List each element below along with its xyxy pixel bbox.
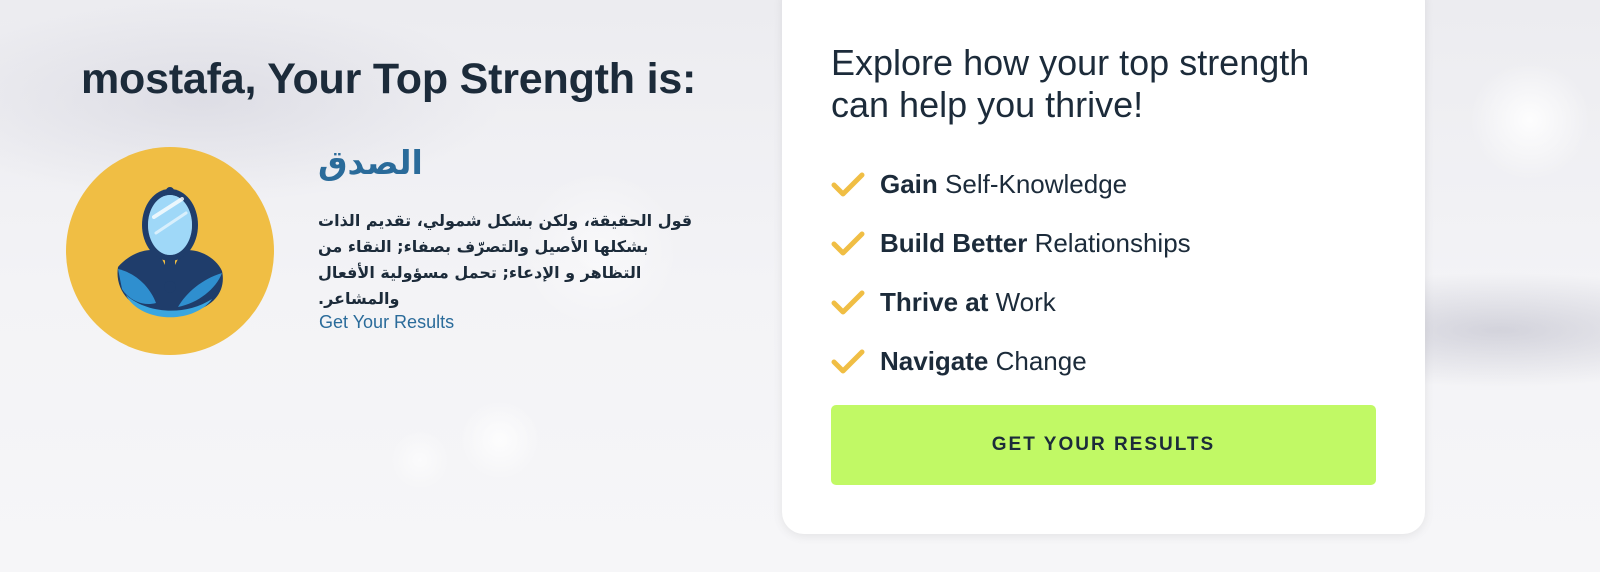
card-title: Explore how your top strength can help y… bbox=[831, 42, 1310, 125]
strength-avatar bbox=[66, 147, 274, 355]
benefit-bold-text: Navigate bbox=[880, 346, 989, 376]
checkmark-icon bbox=[831, 349, 865, 373]
get-results-button[interactable]: GET YOUR RESULTS bbox=[831, 405, 1376, 485]
benefit-text: Change bbox=[988, 346, 1087, 376]
strength-name: الصدق bbox=[318, 143, 423, 182]
get-results-link[interactable]: Get Your Results bbox=[319, 312, 454, 333]
thrive-card: Explore how your top strength can help y… bbox=[782, 0, 1425, 534]
benefit-bold-text: Gain bbox=[880, 169, 938, 199]
benefit-bold-text: Thrive at bbox=[880, 287, 989, 317]
strength-section: mostafa, Your Top Strength is: الصدق قول… bbox=[0, 0, 760, 572]
benefits-list: Gain Self-Knowledge Build Better Relatio… bbox=[831, 155, 1191, 391]
benefit-item: Thrive at Work bbox=[831, 273, 1191, 332]
strength-description: قول الحقيقة، ولكن بشكل شمولي، تقديم الذا… bbox=[318, 211, 693, 308]
benefit-item: Gain Self-Knowledge bbox=[831, 155, 1191, 214]
benefit-item: Build Better Relationships bbox=[831, 214, 1191, 273]
checkmark-icon bbox=[831, 172, 865, 196]
benefit-text: Work bbox=[988, 287, 1056, 317]
benefit-item: Navigate Change bbox=[831, 332, 1191, 391]
hand-mirror-icon bbox=[117, 187, 223, 318]
checkmark-icon bbox=[831, 231, 865, 255]
checkmark-icon bbox=[831, 290, 865, 314]
benefit-text: Self-Knowledge bbox=[937, 169, 1128, 199]
benefit-bold-text: Build Better bbox=[880, 228, 1028, 258]
page-title: mostafa, Your Top Strength is: bbox=[81, 55, 697, 103]
benefit-text: Relationships bbox=[1027, 228, 1191, 258]
